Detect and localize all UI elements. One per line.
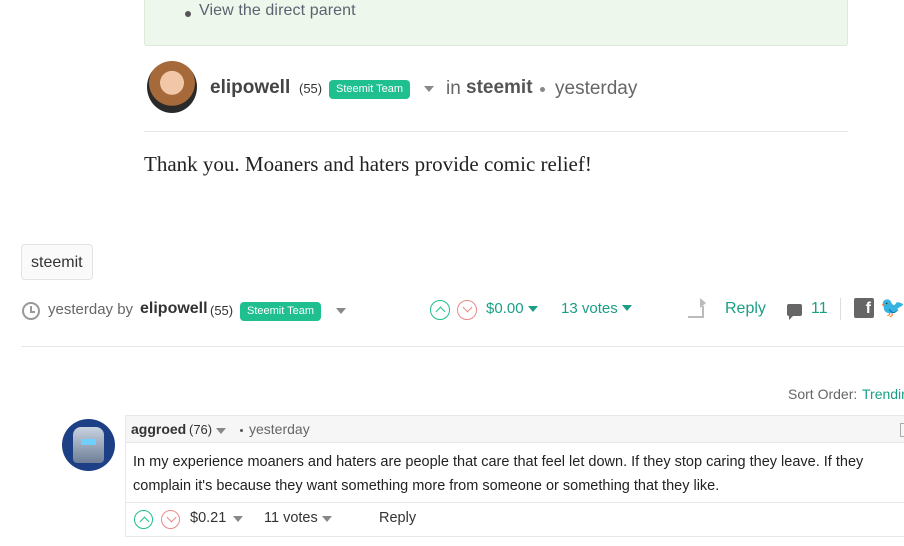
bullet-icon xyxy=(185,11,191,17)
payout-caret-icon[interactable] xyxy=(528,306,538,312)
downvote-icon[interactable] xyxy=(457,300,477,320)
avatar-helmet xyxy=(73,427,104,463)
tag-steemit[interactable]: steemit xyxy=(21,244,93,280)
separator-dot: · xyxy=(240,429,243,432)
comment-payout-caret-icon[interactable] xyxy=(233,516,243,522)
comments-count[interactable]: 11 xyxy=(811,300,828,318)
category-link[interactable]: steemit xyxy=(466,77,533,99)
post-author-link[interactable]: elipowell xyxy=(210,77,290,99)
comment-author-caret-icon[interactable] xyxy=(216,428,226,434)
comment-author-reputation: (76) xyxy=(189,422,213,437)
divider xyxy=(840,298,841,320)
upvote-icon[interactable] xyxy=(430,300,450,320)
reply-button[interactable]: Reply xyxy=(725,300,766,318)
footer-author-reputation: (55) xyxy=(210,303,234,318)
comment-votes-caret-icon[interactable] xyxy=(322,516,332,522)
in-label: in xyxy=(446,78,461,99)
commenter-avatar[interactable] xyxy=(62,419,115,471)
author-menu-caret-icon[interactable] xyxy=(424,86,434,92)
payout-value[interactable]: $0.00 xyxy=(486,300,524,317)
comment-votes-count[interactable]: 11 votes xyxy=(264,510,318,526)
votes-caret-icon[interactable] xyxy=(622,305,632,311)
view-parent-link[interactable]: View the direct parent xyxy=(199,2,356,20)
sort-order-label: Sort Order: xyxy=(788,386,858,402)
comment-downvote-icon[interactable] xyxy=(161,510,180,529)
divider xyxy=(144,131,848,132)
comment-payout-value[interactable]: $0.21 xyxy=(190,510,226,526)
comment-body: In my experience moaners and haters are … xyxy=(133,454,864,494)
divider xyxy=(21,346,904,347)
twitter-icon[interactable]: 🐦 xyxy=(880,298,904,318)
author-reputation: (55) xyxy=(299,81,323,96)
separator-dot xyxy=(540,87,545,92)
avatar-visor xyxy=(81,439,96,445)
facebook-icon[interactable]: f xyxy=(854,298,874,318)
comments-icon[interactable] xyxy=(787,304,802,320)
footer-author-caret-icon[interactable] xyxy=(336,308,346,314)
collapse-icon[interactable] xyxy=(900,423,904,437)
author-avatar[interactable] xyxy=(147,61,197,113)
sort-order-select[interactable]: Trending xyxy=(862,386,904,402)
team-badge: Steemit Team xyxy=(329,80,411,99)
divider xyxy=(126,502,904,503)
post-body: Thank you. Moaners and haters provide co… xyxy=(144,152,592,176)
clock-icon xyxy=(22,302,40,320)
comment-time[interactable]: yesterday xyxy=(249,421,310,437)
votes-count[interactable]: 13 votes xyxy=(561,300,618,317)
comment-upvote-icon[interactable] xyxy=(134,510,153,529)
comment-author-link[interactable]: aggroed xyxy=(131,421,186,437)
footer-team-badge: Steemit Team xyxy=(240,302,322,321)
parent-notice: View the direct parent xyxy=(144,0,848,46)
reblog-icon[interactable] xyxy=(688,306,704,318)
post-time[interactable]: yesterday xyxy=(555,78,637,100)
footer-time: yesterday by xyxy=(48,301,134,318)
footer-author-link[interactable]: elipowell xyxy=(140,300,208,318)
comment-reply-button[interactable]: Reply xyxy=(379,510,416,526)
